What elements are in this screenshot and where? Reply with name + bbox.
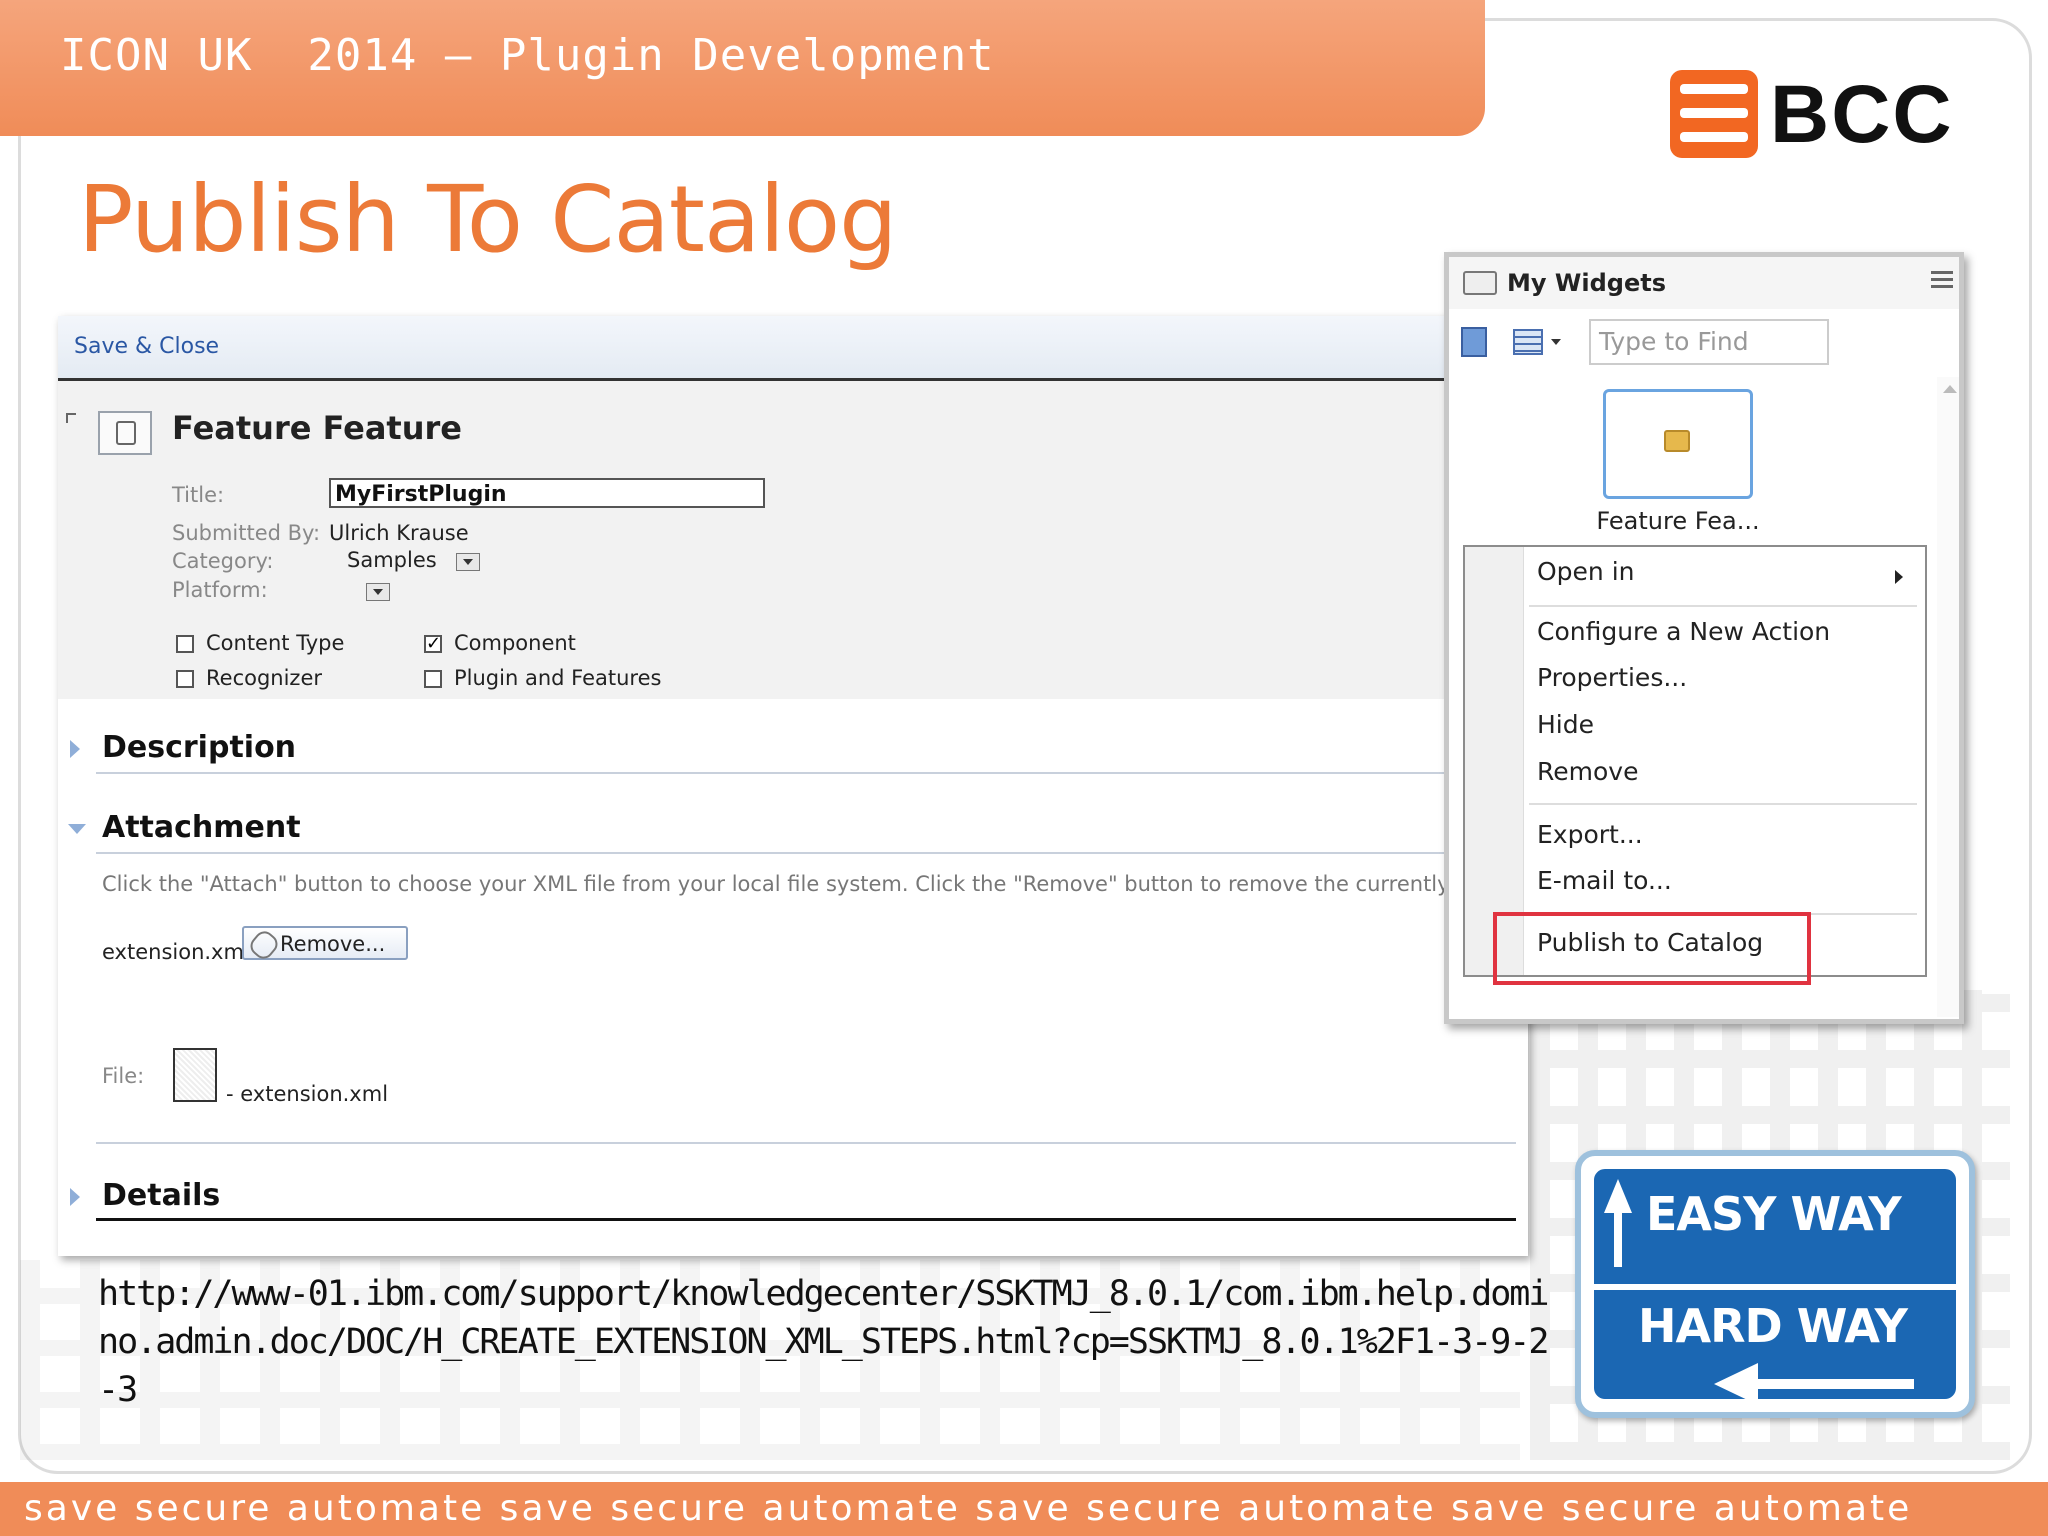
corner-mark: [66, 413, 76, 423]
feature-icon: [98, 411, 152, 455]
arrow-up-icon: [1604, 1179, 1632, 1267]
details-expand-icon[interactable]: [70, 1188, 80, 1206]
publish-highlight-box: [1493, 912, 1811, 985]
menu-item-remove[interactable]: Remove: [1537, 757, 1638, 786]
sign-divider: [1594, 1284, 1956, 1290]
menu-item-open-in[interactable]: Open in: [1537, 557, 1635, 586]
sign-easy-text: EASY WAY: [1646, 1187, 1902, 1241]
recognizer-checkbox[interactable]: [176, 670, 194, 688]
widget-tile-label[interactable]: Feature Fea...: [1573, 507, 1783, 535]
form-toolbar: Save & Close: [58, 316, 1528, 381]
my-widgets-panel: My Widgets Type to Find Feature Fea... O…: [1444, 252, 1964, 1024]
sign-hard-text: HARD WAY: [1638, 1299, 1908, 1353]
chevron-down-icon[interactable]: [1551, 339, 1561, 345]
catalog-icon[interactable]: [1461, 327, 1487, 357]
widgets-title: My Widgets: [1507, 269, 1666, 297]
menu-item-email[interactable]: E-mail to...: [1537, 866, 1672, 895]
header-band: ICON UK 2014 – Plugin Development: [0, 0, 1485, 136]
slide-title: Publish To Catalog: [78, 166, 898, 273]
easy-hard-way-sign: EASY WAY HARD WAY: [1575, 1150, 1975, 1418]
widgets-header: My Widgets: [1449, 257, 1959, 309]
file-label: File:: [102, 1064, 145, 1088]
attached-filename: extension.xml: [102, 940, 250, 964]
remove-button-label: Remove...: [280, 932, 386, 956]
content-type-checkbox[interactable]: [176, 635, 194, 653]
description-expand-icon[interactable]: [70, 740, 80, 758]
recognizer-label: Recognizer: [206, 666, 323, 690]
footer-tagline: save secure automate save secure automat…: [24, 1488, 1913, 1529]
details-rule: [96, 1218, 1516, 1221]
title-label: Title:: [172, 483, 225, 507]
feature-form-panel: Save & Close Feature Feature Title: MyFi…: [58, 316, 1528, 1256]
save-close-button[interactable]: Save & Close: [74, 334, 219, 359]
briefcase-icon: [1463, 271, 1497, 295]
component-checkbox[interactable]: ✓: [424, 635, 442, 653]
sign-panel: EASY WAY HARD WAY: [1591, 1166, 1959, 1405]
paperclip-icon: [246, 927, 282, 963]
footer-band: save secure automate save secure automat…: [0, 1482, 2048, 1536]
plugin-features-checkbox[interactable]: [424, 670, 442, 688]
component-label: Component: [454, 631, 576, 655]
file-name[interactable]: - extension.xml: [226, 1082, 388, 1106]
platform-dropdown[interactable]: [366, 583, 390, 601]
form-header-area: Feature Feature Title: MyFirstPlugin Sub…: [58, 381, 1528, 699]
platform-label: Platform:: [172, 578, 268, 602]
scroll-up-icon[interactable]: [1943, 385, 1957, 393]
menu-separator: [1529, 605, 1917, 607]
form-heading: Feature Feature: [172, 409, 462, 447]
content-type-label: Content Type: [206, 631, 345, 655]
widget-icon: [1664, 430, 1690, 452]
type-to-find-input[interactable]: Type to Find: [1589, 319, 1829, 365]
menu-item-configure-action[interactable]: Configure a New Action: [1537, 617, 1830, 646]
header-title: ICON UK 2014 – Plugin Development: [60, 30, 995, 81]
hamburger-menu-icon[interactable]: [1931, 271, 1953, 289]
attachment-help-text: Click the "Attach" button to choose your…: [102, 872, 1528, 896]
section-attachment[interactable]: Attachment: [102, 810, 301, 845]
file-icon[interactable]: [173, 1048, 217, 1102]
widget-tile-feature[interactable]: [1603, 389, 1753, 499]
logo-text: BCC: [1770, 70, 1954, 158]
submenu-arrow-icon: [1895, 570, 1903, 584]
section-description[interactable]: Description: [102, 730, 296, 765]
menu-separator: [1529, 803, 1917, 805]
attachment-collapse-icon[interactable]: [68, 824, 86, 834]
category-dropdown[interactable]: [456, 553, 480, 571]
remove-button[interactable]: Remove...: [242, 926, 408, 963]
widgets-scrollbar[interactable]: [1937, 377, 1959, 1017]
reference-url[interactable]: http://www-01.ibm.com/support/knowledgec…: [98, 1270, 1558, 1414]
menu-item-hide[interactable]: Hide: [1537, 710, 1594, 739]
section-details[interactable]: Details: [102, 1178, 220, 1213]
category-value: Samples: [347, 548, 437, 572]
context-menu-gutter: [1465, 547, 1524, 975]
description-rule: [96, 772, 1516, 774]
attachment-rule: [96, 852, 1516, 854]
bcc-logo: BCC: [1670, 70, 1954, 158]
view-list-icon[interactable]: [1513, 329, 1543, 355]
menu-item-export[interactable]: Export...: [1537, 820, 1643, 849]
file-rule: [96, 1142, 1516, 1144]
title-input[interactable]: MyFirstPlugin: [329, 478, 765, 508]
category-label: Category:: [172, 549, 274, 573]
plugin-features-label: Plugin and Features: [454, 666, 662, 690]
arrow-left-icon: [1714, 1363, 1914, 1405]
submitted-by-value: Ulrich Krause: [329, 521, 469, 545]
menu-item-properties[interactable]: Properties...: [1537, 663, 1687, 692]
submitted-by-label: Submitted By:: [172, 521, 321, 545]
